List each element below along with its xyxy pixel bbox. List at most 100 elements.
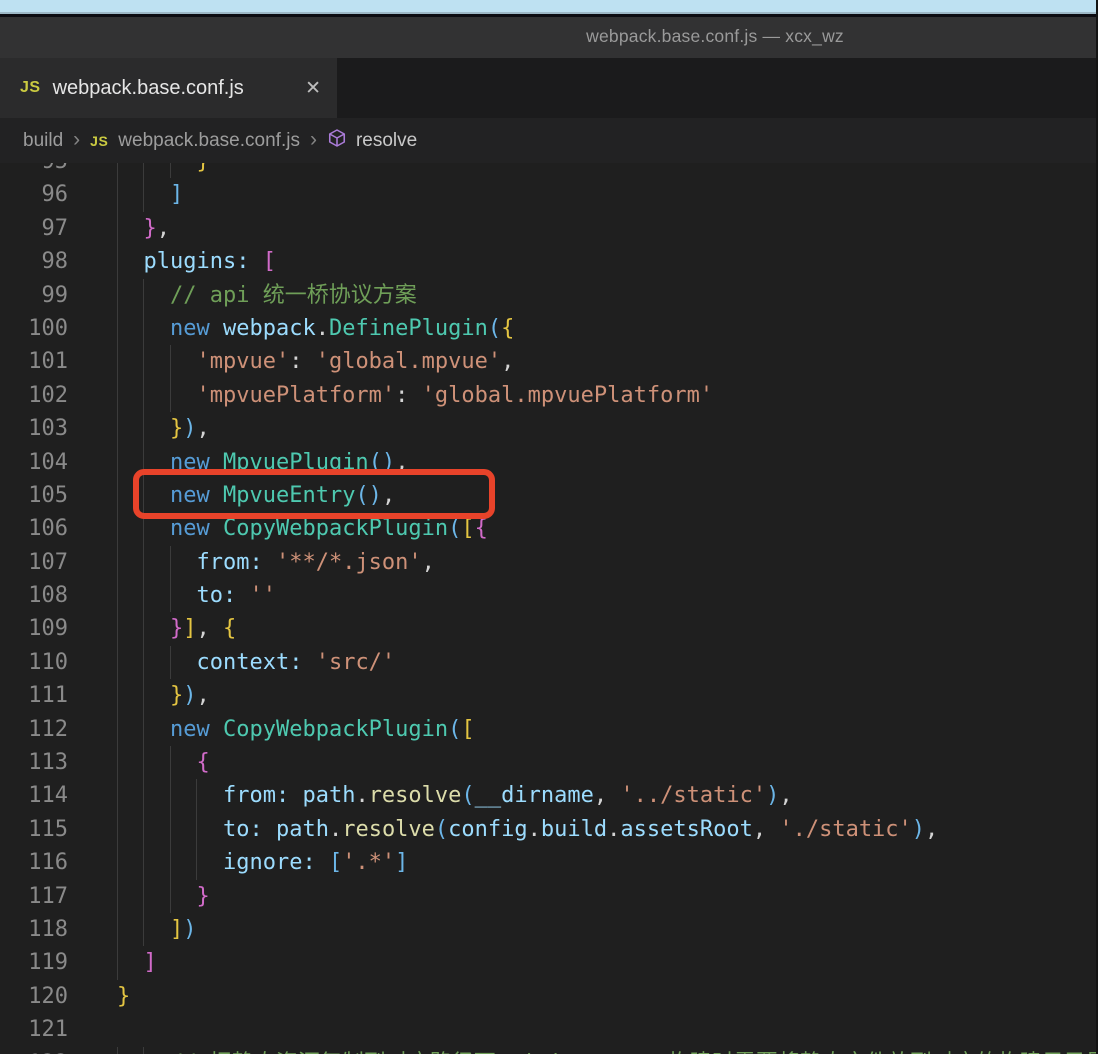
line-number: 99 <box>41 282 69 308</box>
line-number: 107 <box>28 549 68 575</box>
breadcrumb-item-resolve[interactable]: resolve <box>356 130 417 152</box>
line-number: 113 <box>28 750 68 776</box>
indent-guide <box>117 879 118 913</box>
indent-guide <box>117 163 118 179</box>
tab-webpack-base-conf[interactable]: JS webpack.base.conf.js ✕ <box>0 58 337 118</box>
indent-guide <box>143 345 145 379</box>
indent-guide <box>117 278 118 312</box>
code-line: 97 }, <box>0 211 1096 246</box>
indent-guide <box>143 879 145 913</box>
indent-guide <box>143 163 145 179</box>
indent-guide <box>143 746 145 780</box>
indent-guide <box>143 1046 145 1054</box>
indent-guide <box>169 579 171 613</box>
indent-guide <box>117 645 118 680</box>
title-bar[interactable]: webpack.base.conf.js — xcx_wz <box>0 17 1096 58</box>
line-number: 114 <box>28 783 68 809</box>
indent-guide <box>196 779 198 813</box>
indent-guide <box>143 779 145 813</box>
symbol-cube-icon <box>327 128 347 154</box>
line-number: 112 <box>28 716 68 742</box>
line-number: 118 <box>28 916 68 942</box>
indent-guide <box>143 478 145 513</box>
code-line: 117 } <box>0 879 1096 913</box>
code-line: 119 ] <box>0 946 1096 980</box>
indent-guide <box>143 579 145 613</box>
code-line: 98 plugins: [ <box>0 245 1096 279</box>
code-line: 101 'mpvue': 'global.mpvue', <box>0 345 1096 379</box>
breadcrumb-item-file[interactable]: webpack.base.conf.js <box>118 130 300 152</box>
code-line: 114 from: path.resolve(__dirname, '../st… <box>0 779 1096 813</box>
indent-guide <box>117 712 118 747</box>
line-number: 108 <box>28 583 68 609</box>
code-line: 116 ignore: ['.*'] <box>0 846 1096 880</box>
code-line: 108 to: '' <box>0 579 1096 613</box>
indent-guide <box>117 746 118 780</box>
indent-guide <box>143 178 145 212</box>
indent-guide <box>143 846 145 880</box>
line-number: 116 <box>28 850 68 876</box>
line-number: 103 <box>28 416 68 442</box>
indent-guide <box>117 211 118 246</box>
code-line: 106 new CopyWebpackPlugin([{ <box>0 512 1096 546</box>
indent-guide <box>117 512 118 546</box>
indent-guide <box>117 311 118 346</box>
code-line: 103 }), <box>0 412 1096 446</box>
code-line: 121 <box>0 1013 1096 1046</box>
indent-guide <box>169 345 171 379</box>
indent-guide <box>169 779 171 813</box>
code-line: 122 // 把静态资源复制到对应路径下 miniprogram 构建时需要将静… <box>0 1046 1096 1054</box>
indent-guide <box>117 946 118 980</box>
line-number: 96 <box>41 182 69 208</box>
breadcrumb: build › JS webpack.base.conf.js › resolv… <box>0 118 1096 163</box>
line-number: 106 <box>28 516 68 542</box>
indent-guide <box>143 378 145 413</box>
vscode-window: webpack.base.conf.js — xcx_wz JS webpack… <box>0 0 1098 1054</box>
indent-guide <box>117 445 118 479</box>
indent-guide <box>169 163 171 179</box>
code-line: 112 new CopyWebpackPlugin([ <box>0 712 1096 747</box>
code-line: 104 new MpvuePlugin(), <box>0 445 1096 479</box>
indent-guide <box>143 512 145 546</box>
javascript-file-icon: JS <box>90 132 109 149</box>
indent-guide <box>143 311 145 346</box>
line-number: 110 <box>28 649 68 675</box>
line-number: 122 <box>0 1047 68 1054</box>
indent-guide <box>117 478 118 513</box>
code-line: 99 // api 统一桥协议方案 <box>0 278 1096 312</box>
code-line: 118 ]) <box>0 912 1096 947</box>
desktop-strip <box>0 0 1096 12</box>
indent-guide <box>169 812 171 847</box>
indent-guide <box>117 679 118 713</box>
indent-guide <box>143 545 145 580</box>
code-line: 96 ] <box>0 178 1096 212</box>
indent-guide <box>143 445 145 479</box>
indent-guide <box>143 812 145 847</box>
indent-guide <box>143 679 145 713</box>
code-line: 102 'mpvuePlatform': 'global.mpvuePlatfo… <box>0 378 1096 413</box>
indent-guide <box>143 412 145 446</box>
indent-guide <box>117 846 118 880</box>
tab-label: webpack.base.conf.js <box>52 76 244 99</box>
indent-guide <box>196 846 198 880</box>
line-number: 121 <box>28 1017 68 1043</box>
indent-guide <box>169 378 171 413</box>
line-number: 120 <box>28 983 68 1009</box>
close-icon[interactable]: ✕ <box>305 77 321 100</box>
indent-guide <box>117 779 118 813</box>
indent-guide <box>143 278 145 312</box>
tab-bar: JS webpack.base.conf.js ✕ <box>0 58 1096 118</box>
javascript-file-icon: JS <box>20 79 41 96</box>
line-number: 109 <box>28 616 68 642</box>
indent-guide <box>117 812 118 847</box>
chevron-right-icon: › <box>73 127 81 151</box>
code-line: 120} <box>0 980 1096 1013</box>
line-number: 101 <box>28 349 68 375</box>
indent-guide <box>143 712 145 747</box>
line-number: 95 <box>0 163 69 178</box>
indent-guide <box>143 645 145 680</box>
breadcrumb-item-build[interactable]: build <box>23 130 63 152</box>
code-editor[interactable]: 95 }96 ]97 },98 plugins: [99 // api 统一桥协… <box>0 163 1096 1054</box>
line-number: 117 <box>28 883 68 909</box>
code-line: 113 { <box>0 746 1096 780</box>
